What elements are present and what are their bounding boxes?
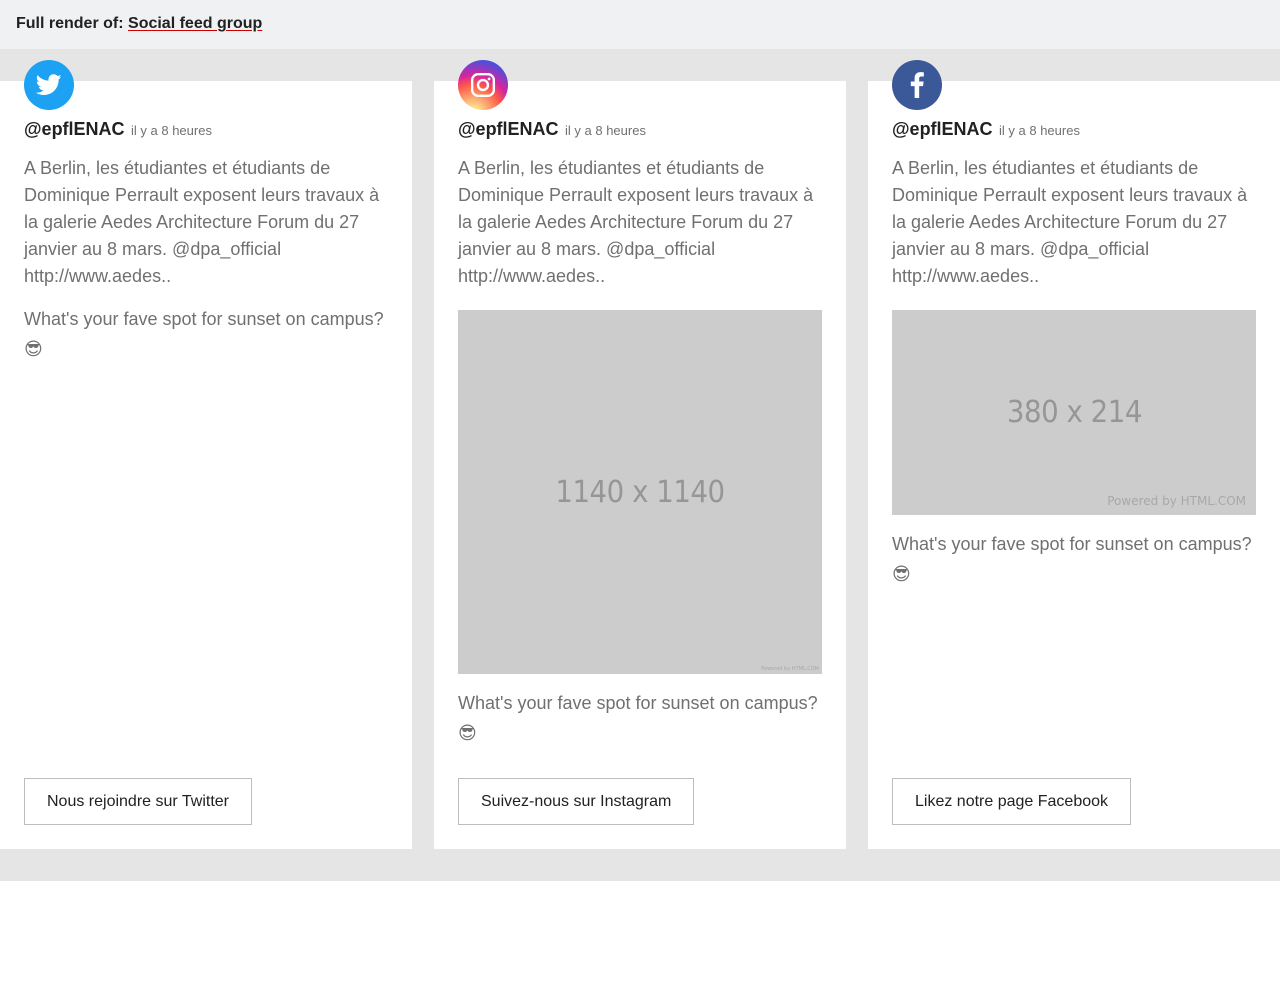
instagram-card-body: @epflENAC il y a 8 heures A Berlin, les … — [458, 119, 822, 744]
instagram-camera-icon — [458, 60, 508, 110]
post-text: A Berlin, les étudiantes et étudiants de… — [458, 158, 814, 286]
facebook-card-body: @epflENAC il y a 8 heures A Berlin, les … — [892, 119, 1256, 585]
render-header-prefix: Full render of: — [16, 15, 124, 32]
post-time: il y a 8 heures — [565, 123, 646, 138]
sunglasses-emoji: 😎 — [24, 339, 43, 359]
render-header: Full render of: Social feed group — [0, 0, 1280, 49]
placeholder-powered-label: Powered by HTML.COM — [1107, 494, 1246, 508]
social-feed-group: @epflENAC il y a 8 heures A Berlin, les … — [0, 49, 1280, 881]
placeholder-size-label: 380 x 214 — [1006, 395, 1142, 430]
post-meta: @epflENAC il y a 8 heures — [24, 119, 388, 141]
post-text-secondary-content: What's your fave spot for sunset on camp… — [24, 309, 384, 329]
like-facebook-button[interactable]: Likez notre page Facebook — [892, 778, 1132, 825]
sunglasses-emoji: 😎 — [458, 723, 477, 743]
post-text: A Berlin, les étudiantes et étudiants de… — [892, 158, 1248, 286]
join-twitter-button[interactable]: Nous rejoindre sur Twitter — [24, 778, 252, 825]
facebook-card: @epflENAC il y a 8 heures A Berlin, les … — [868, 60, 1280, 849]
post-time: il y a 8 heures — [131, 123, 212, 138]
post-text-secondary: What's your fave spot for sunset on camp… — [892, 531, 1256, 585]
placeholder-size-label: 1140 x 1140 — [555, 474, 725, 510]
twitter-bird-icon — [24, 60, 74, 110]
placeholder-powered-label: Powered by HTML.COM — [761, 666, 819, 672]
post-time: il y a 8 heures — [999, 123, 1080, 138]
post-text-secondary-content: What's your fave spot for sunset on camp… — [458, 693, 818, 713]
social-feed-group-link[interactable]: Social feed group — [128, 15, 262, 32]
follow-instagram-button[interactable]: Suivez-nous sur Instagram — [458, 778, 695, 825]
twitter-card-body: @epflENAC il y a 8 heures A Berlin, les … — [24, 119, 388, 360]
post-text-secondary: What's your fave spot for sunset on camp… — [24, 306, 388, 360]
facebook-f-icon — [892, 60, 942, 110]
post-handle[interactable]: @epflENAC — [892, 119, 993, 139]
post-meta: @epflENAC il y a 8 heures — [458, 119, 822, 141]
post-text-secondary-content: What's your fave spot for sunset on camp… — [892, 534, 1252, 554]
post-meta: @epflENAC il y a 8 heures — [892, 119, 1256, 141]
post-text-secondary: What's your fave spot for sunset on camp… — [458, 690, 822, 744]
post-image-placeholder[interactable]: 1140 x 1140 Powered by HTML.COM — [458, 310, 822, 674]
post-handle[interactable]: @epflENAC — [24, 119, 125, 139]
post-handle[interactable]: @epflENAC — [458, 119, 559, 139]
post-image-placeholder[interactable]: 380 x 214 Powered by HTML.COM — [892, 310, 1256, 515]
sunglasses-emoji: 😎 — [892, 564, 911, 584]
post-text: A Berlin, les étudiantes et étudiants de… — [24, 158, 380, 286]
twitter-card: @epflENAC il y a 8 heures A Berlin, les … — [0, 60, 412, 849]
instagram-card: @epflENAC il y a 8 heures A Berlin, les … — [434, 60, 846, 849]
